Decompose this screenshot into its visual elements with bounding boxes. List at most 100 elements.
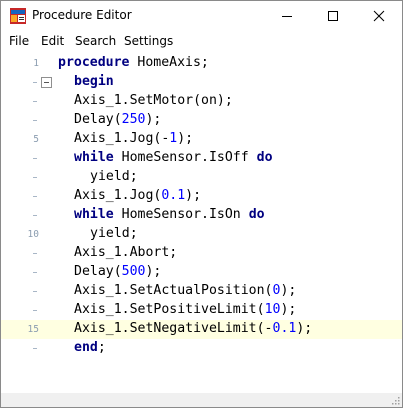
text-token: yield; xyxy=(90,169,138,184)
maximize-button[interactable] xyxy=(310,1,356,31)
menu-file[interactable]: File xyxy=(9,34,29,48)
keyword-token: procedure xyxy=(58,55,130,70)
code-editor[interactable]: 1 procedure HomeAxis; begin Axis_1.SetMotor… xyxy=(1,52,402,393)
keyword-token: while xyxy=(74,150,114,165)
code-text: yield; xyxy=(90,169,138,184)
text-token: ); xyxy=(280,302,297,317)
code-line[interactable]: while HomeSensor.IsOn do xyxy=(1,206,402,225)
menu-edit[interactable]: Edit xyxy=(41,34,64,48)
line-marker xyxy=(33,253,37,254)
text-token: Axis_1.Abort; xyxy=(74,245,178,260)
line-marker xyxy=(33,82,37,83)
title-bar[interactable]: Procedure Editor xyxy=(1,1,402,31)
status-bar xyxy=(1,393,402,407)
code-line[interactable]: Axis_1.Jog(0.1); xyxy=(1,187,402,206)
line-marker xyxy=(33,196,37,197)
keyword-token: do xyxy=(248,207,265,222)
text-token: Delay( xyxy=(74,264,122,279)
text-token: Axis_1.Jog(- xyxy=(74,131,170,146)
code-text: while HomeSensor.IsOff do xyxy=(74,150,273,165)
number-token: 250 xyxy=(121,112,146,127)
text-token: Axis_1.SetNegativeLimit(- xyxy=(74,321,273,336)
number-token: 0.1 xyxy=(161,188,186,203)
app-icon xyxy=(10,8,26,24)
code-text: Delay(250); xyxy=(74,112,161,127)
text-token: Axis_1.SetActualPosition( xyxy=(74,283,273,298)
code-text: Axis_1.SetMotor(on); xyxy=(74,93,233,108)
line-marker xyxy=(33,215,37,216)
code-text: Axis_1.SetActualPosition(0); xyxy=(74,283,296,298)
line-marker xyxy=(33,177,37,178)
maximize-icon xyxy=(328,11,338,21)
text-token: ; xyxy=(97,340,106,355)
code-text: Axis_1.SetPositiveLimit(10); xyxy=(74,302,296,317)
code-line[interactable]: yield; xyxy=(1,168,402,187)
line-marker xyxy=(33,101,37,102)
line-number: 5 xyxy=(33,134,39,145)
text-token: Axis_1.SetMotor(on); xyxy=(74,93,233,108)
menu-search[interactable]: Search xyxy=(75,34,116,48)
close-icon xyxy=(373,10,385,22)
line-number: 10 xyxy=(27,229,39,240)
line-marker xyxy=(33,348,37,349)
code-line[interactable]: 5 Axis_1.Jog(-1); xyxy=(1,130,402,149)
text-token: HomeSensor.IsOff xyxy=(113,150,257,165)
code-line[interactable]: Axis_1.SetMotor(on); xyxy=(1,92,402,111)
resize-grip-icon[interactable] xyxy=(390,395,400,405)
line-marker xyxy=(33,291,37,292)
procedure-editor-window: Procedure Editor File Edit Search Settin… xyxy=(0,0,403,408)
code-line[interactable]: while HomeSensor.IsOff do xyxy=(1,149,402,168)
close-button[interactable] xyxy=(356,1,402,31)
code-line[interactable]: Axis_1.SetActualPosition(0); xyxy=(1,282,402,301)
line-marker xyxy=(33,120,37,121)
minimize-button[interactable] xyxy=(264,1,310,31)
code-line[interactable]: Axis_1.Abort; xyxy=(1,244,402,263)
text-token: ); xyxy=(177,131,194,146)
code-line[interactable]: Axis_1.SetPositiveLimit(10); xyxy=(1,301,402,320)
keyword-token: while xyxy=(74,207,114,222)
code-text: Axis_1.Abort; xyxy=(74,245,177,260)
text-token: ); xyxy=(296,321,313,336)
code-line[interactable]: Delay(500); xyxy=(1,263,402,282)
line-marker xyxy=(33,310,37,311)
keyword-token: end xyxy=(74,340,98,355)
number-token: 500 xyxy=(121,264,146,279)
text-token: yield; xyxy=(90,226,138,241)
text-token: ); xyxy=(145,264,162,279)
line-number: 1 xyxy=(33,58,39,69)
code-line[interactable]: end; xyxy=(1,339,402,358)
text-token: ); xyxy=(145,112,162,127)
code-line[interactable]: 10 yield; xyxy=(1,225,402,244)
keyword-token: begin xyxy=(74,74,114,89)
text-token: HomeAxis; xyxy=(129,55,209,70)
window-title: Procedure Editor xyxy=(32,8,132,22)
text-token: Axis_1.SetPositiveLimit( xyxy=(74,302,265,317)
code-text: procedure HomeAxis; xyxy=(58,55,209,70)
fold-collapse-icon[interactable] xyxy=(41,77,52,88)
text-token: ); xyxy=(280,283,297,298)
line-number: 15 xyxy=(27,324,39,335)
minimize-icon xyxy=(282,16,292,17)
code-text: yield; xyxy=(90,226,138,241)
code-line[interactable]: Delay(250); xyxy=(1,111,402,130)
line-marker xyxy=(33,158,37,159)
text-token: Delay( xyxy=(74,112,122,127)
code-text: Axis_1.Jog(0.1); xyxy=(74,188,201,203)
code-text: while HomeSensor.IsOn do xyxy=(74,207,265,222)
text-token: Axis_1.Jog( xyxy=(74,188,162,203)
code-text: Axis_1.Jog(-1); xyxy=(74,131,193,146)
keyword-token: do xyxy=(256,150,273,165)
number-token: 0.1 xyxy=(272,321,297,336)
number-token: 10 xyxy=(264,302,281,317)
text-token: HomeSensor.IsOn xyxy=(113,207,249,222)
code-text: Axis_1.SetNegativeLimit(-0.1); xyxy=(74,321,312,336)
code-line[interactable]: 15 Axis_1.SetNegativeLimit(-0.1); xyxy=(1,320,402,339)
line-marker xyxy=(33,272,37,273)
code-text: end; xyxy=(74,340,106,355)
code-text: begin xyxy=(74,74,114,89)
code-line[interactable]: begin xyxy=(1,73,402,92)
text-token: ); xyxy=(185,188,202,203)
menu-bar: File Edit Search Settings xyxy=(1,31,402,52)
menu-settings[interactable]: Settings xyxy=(124,34,173,48)
code-line[interactable]: 1 procedure HomeAxis; xyxy=(1,54,402,73)
